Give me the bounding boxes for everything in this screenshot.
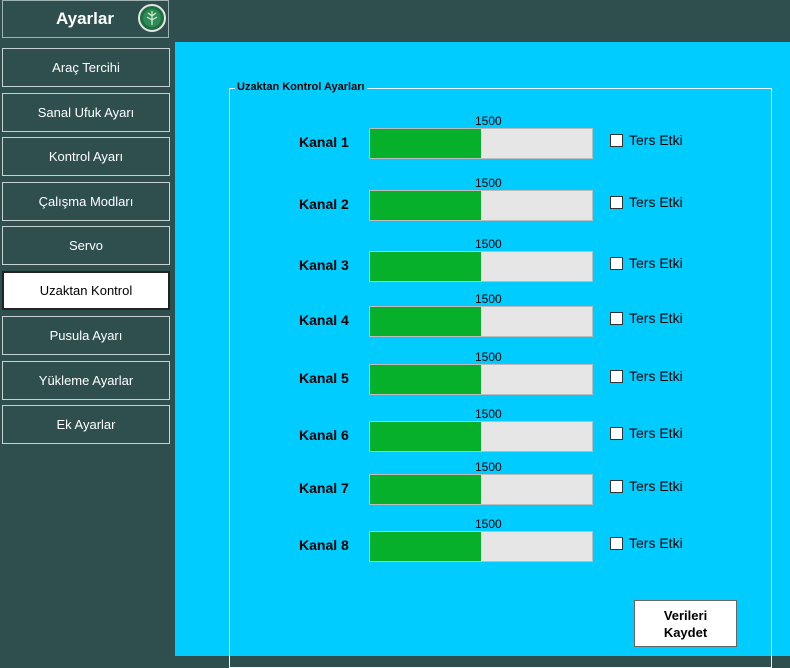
sidebar-item-arac-tercihi[interactable]: Araç Tercihi <box>2 48 170 87</box>
reverse-checkbox[interactable]: Ters Etki <box>610 310 683 326</box>
channel-label: Kanal 1 <box>299 134 349 150</box>
checkbox-box[interactable] <box>610 479 623 493</box>
sidebar-item-kontrol-ayari[interactable]: Kontrol Ayarı <box>2 137 170 176</box>
channel-label: Kanal 6 <box>299 427 349 443</box>
channel-value: 1500 <box>475 460 502 474</box>
channel-label: Kanal 3 <box>299 257 349 273</box>
channel-bar-fill <box>370 129 481 158</box>
channel-label: Kanal 8 <box>299 537 349 553</box>
sidebar-item-uzaktan-kontrol[interactable]: Uzaktan Kontrol <box>2 271 170 310</box>
checkbox-box[interactable] <box>610 426 623 440</box>
sidebar-item-servo[interactable]: Servo <box>2 226 170 265</box>
channel-value: 1500 <box>475 176 502 190</box>
checkbox-box[interactable] <box>610 256 623 270</box>
channel-row: 1500 Kanal 4 Ters Etki <box>175 292 790 352</box>
reverse-label: Ters Etki <box>629 194 683 210</box>
sidebar-item-yukleme-ayarlar[interactable]: Yükleme Ayarlar <box>2 361 170 400</box>
checkbox-box[interactable] <box>610 536 623 550</box>
channel-bar <box>369 251 593 282</box>
channel-row: 1500 Kanal 3 Ters Etki <box>175 237 790 297</box>
channel-value: 1500 <box>475 350 502 364</box>
channel-label: Kanal 4 <box>299 312 349 328</box>
save-button-line2: Kaydet <box>663 624 708 640</box>
reverse-label: Ters Etki <box>629 368 683 384</box>
reverse-checkbox[interactable]: Ters Etki <box>610 194 683 210</box>
channel-value: 1500 <box>475 237 502 251</box>
checkbox-box[interactable] <box>610 369 623 383</box>
channel-row: 1500 Kanal 8 Ters Etki <box>175 517 790 577</box>
checkbox-box[interactable] <box>610 133 623 147</box>
reverse-checkbox[interactable]: Ters Etki <box>610 478 683 494</box>
reverse-checkbox[interactable]: Ters Etki <box>610 132 683 148</box>
group-title: Uzaktan Kontrol Ayarları <box>235 81 367 93</box>
sidebar-item-calisma-modlari[interactable]: Çalışma Modları <box>2 182 170 221</box>
top-bar: Ayarlar <box>0 0 790 42</box>
settings-title: Ayarlar <box>56 9 114 28</box>
channel-value: 1500 <box>475 517 502 531</box>
channel-row: 1500 Kanal 6 Ters Etki <box>175 407 790 467</box>
channel-row: 1500 Kanal 1 Ters Etki <box>175 114 790 174</box>
reverse-label: Ters Etki <box>629 425 683 441</box>
channel-value: 1500 <box>475 114 502 128</box>
channel-row: 1500 Kanal 5 Ters Etki <box>175 350 790 410</box>
sidebar-item-sanal-ufuk[interactable]: Sanal Ufuk Ayarı <box>2 93 170 132</box>
channel-value: 1500 <box>475 292 502 306</box>
checkbox-box[interactable] <box>610 311 623 325</box>
reverse-label: Ters Etki <box>629 310 683 326</box>
main-panel: Uzaktan Kontrol Ayarları 1500 Kanal 1 Te… <box>175 42 790 668</box>
sidebar-item-pusula-ayari[interactable]: Pusula Ayarı <box>2 316 170 355</box>
channel-bar <box>369 128 593 159</box>
reverse-checkbox[interactable]: Ters Etki <box>610 425 683 441</box>
reverse-label: Ters Etki <box>629 535 683 551</box>
reverse-checkbox[interactable]: Ters Etki <box>610 255 683 271</box>
channel-bar-fill <box>370 422 481 451</box>
sidebar-item-ek-ayarlar[interactable]: Ek Ayarlar <box>2 405 170 444</box>
channel-bar <box>369 531 593 562</box>
save-button-line1: Verileri <box>663 607 708 623</box>
save-data-button[interactable]: Verileri Kaydet <box>634 600 737 647</box>
channel-bar <box>369 474 593 505</box>
reverse-checkbox[interactable]: Ters Etki <box>610 535 683 551</box>
channel-bar <box>369 364 593 395</box>
channel-bar-fill <box>370 532 481 561</box>
channel-label: Kanal 2 <box>299 196 349 212</box>
channel-bar-fill <box>370 365 481 394</box>
channel-value: 1500 <box>475 407 502 421</box>
channel-bar <box>369 421 593 452</box>
channel-label: Kanal 7 <box>299 480 349 496</box>
reverse-label: Ters Etki <box>629 478 683 494</box>
settings-header: Ayarlar <box>2 0 169 38</box>
reverse-checkbox[interactable]: Ters Etki <box>610 368 683 384</box>
channel-row: 1500 Kanal 2 Ters Etki <box>175 176 790 236</box>
tree-logo-icon <box>138 4 166 32</box>
checkbox-box[interactable] <box>610 195 623 209</box>
channel-bar <box>369 190 593 221</box>
channel-bar-fill <box>370 252 481 281</box>
channel-bar-fill <box>370 191 481 220</box>
channel-label: Kanal 5 <box>299 370 349 386</box>
reverse-label: Ters Etki <box>629 132 683 148</box>
channel-bar <box>369 306 593 337</box>
channel-bar-fill <box>370 307 481 336</box>
channel-row: 1500 Kanal 7 Ters Etki <box>175 460 790 520</box>
reverse-label: Ters Etki <box>629 255 683 271</box>
sidebar: Araç Tercihi Sanal Ufuk Ayarı Kontrol Ay… <box>0 42 175 656</box>
channel-bar-fill <box>370 475 481 504</box>
